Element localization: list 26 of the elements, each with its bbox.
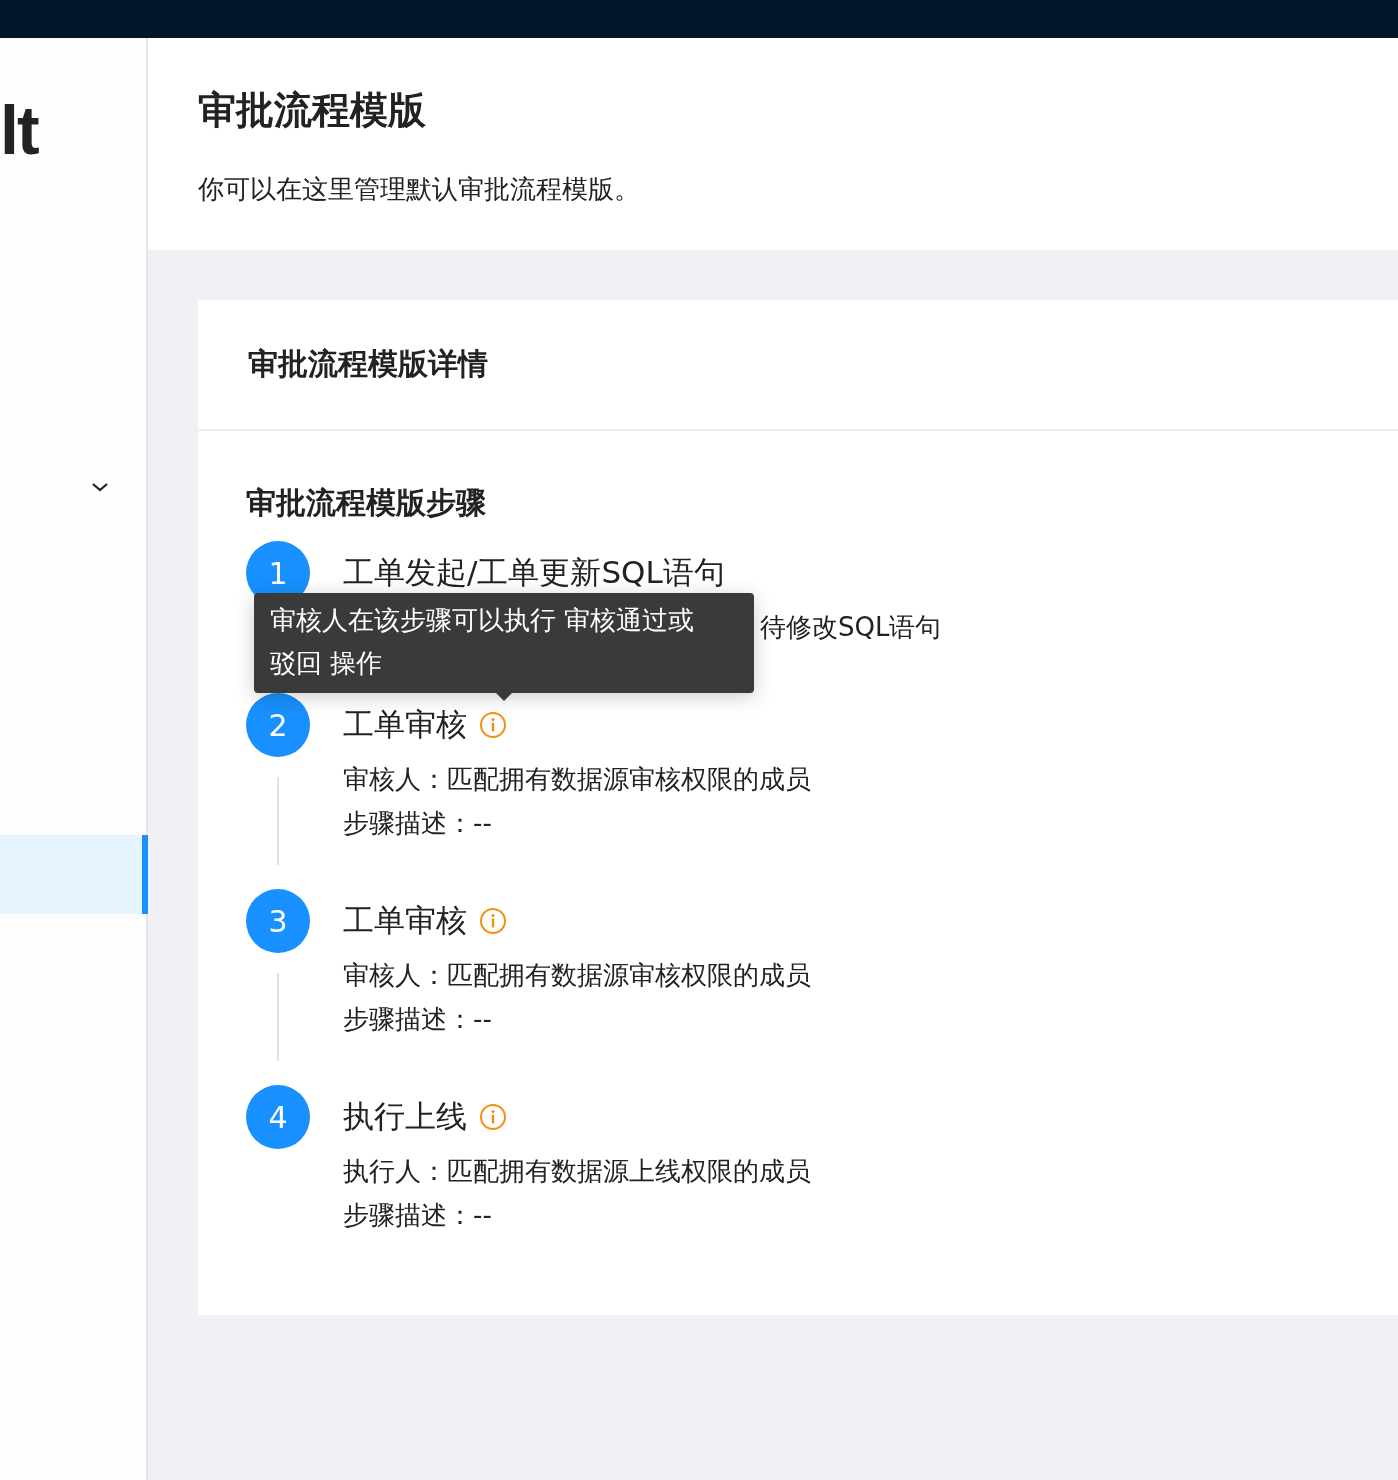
step-detail: 步骤描述：-- xyxy=(343,1199,493,1232)
step-title: 工单审核 xyxy=(343,705,467,744)
page-title: 审批流程模版 xyxy=(198,87,427,134)
info-icon[interactable] xyxy=(479,1103,507,1131)
step-number: 3 xyxy=(246,889,310,953)
info-icon[interactable] xyxy=(479,907,507,935)
step-detail: 步骤描述：-- xyxy=(343,807,493,840)
info-icon[interactable] xyxy=(479,711,507,739)
step-number: 2 xyxy=(246,693,310,757)
step-detail: 执行人：匹配拥有数据源上线权限的成员 xyxy=(343,1155,811,1188)
step-title: 执行上线 xyxy=(343,1097,467,1136)
step-number: 4 xyxy=(246,1085,310,1149)
page-description: 你可以在这里管理默认审批流程模版。 xyxy=(198,173,641,206)
step-detail: 审核人：匹配拥有数据源审核权限的成员 xyxy=(343,763,811,796)
step-detail: 步骤描述：-- xyxy=(343,1003,493,1036)
section-title: 审批流程模版步骤 xyxy=(246,484,487,522)
step-detail: 待修改SQL语句 xyxy=(760,611,942,644)
card-title: 审批流程模版详情 xyxy=(248,345,488,383)
tooltip-arrow-icon xyxy=(496,693,512,701)
sidebar-item[interactable] xyxy=(0,835,148,914)
logo-text: lt xyxy=(0,91,38,170)
step-title: 工单发起/工单更新SQL语句 xyxy=(343,553,725,592)
tooltip: 审核人在该步骤可以执行 审核通过或驳回 操作 xyxy=(254,593,754,693)
chevron-down-icon[interactable] xyxy=(90,481,110,493)
step-title: 工单审核 xyxy=(343,901,467,940)
step-detail: 审核人：匹配拥有数据源审核权限的成员 xyxy=(343,959,811,992)
